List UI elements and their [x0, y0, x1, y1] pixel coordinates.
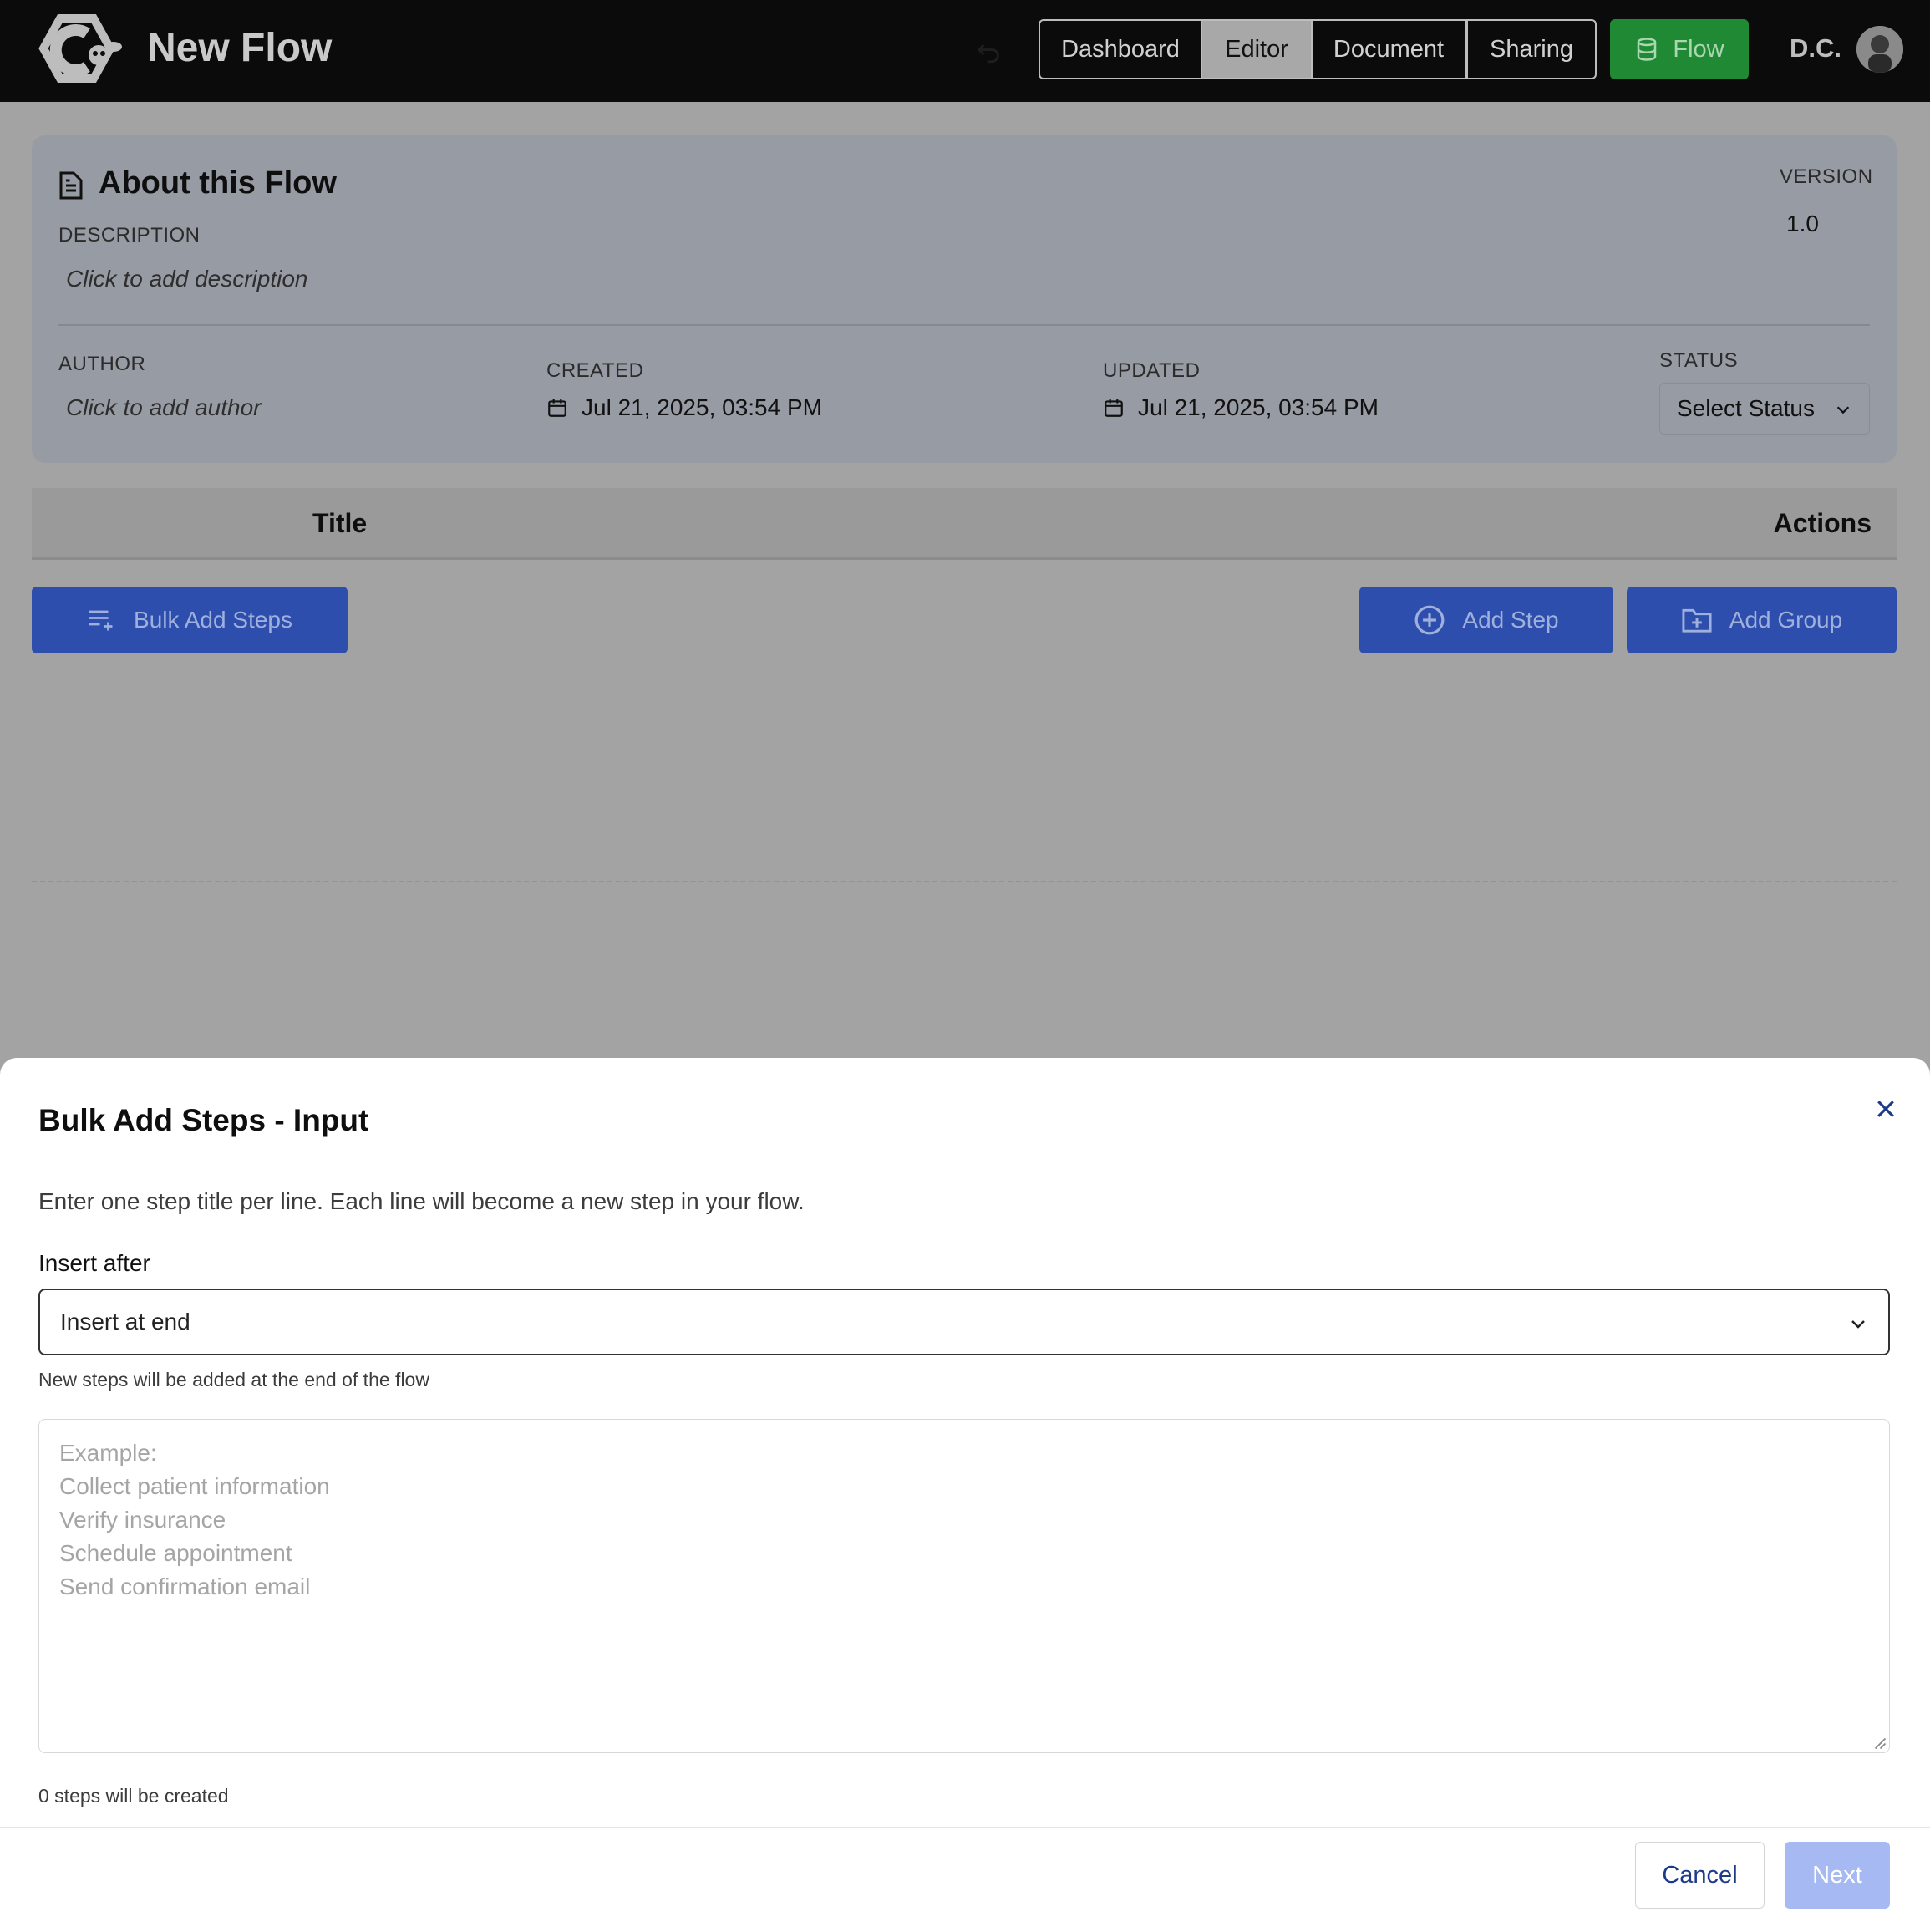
dialog-description: Enter one step title per line. Each line… [38, 1188, 805, 1214]
list-add-icon [89, 610, 113, 631]
user-avatar-icon [1856, 26, 1903, 73]
add-step-button[interactable]: Add Step [1359, 587, 1613, 653]
column-header-actions: Actions [1773, 508, 1872, 538]
created-value: Jul 21, 2025, 03:54 PM [582, 394, 822, 420]
cancel-button-label: Cancel [1662, 1861, 1738, 1889]
app-title: New Flow [147, 26, 333, 70]
document-icon [59, 171, 83, 200]
database-icon [1638, 38, 1657, 61]
about-title: About this Flow [99, 165, 337, 201]
step-titles-textarea[interactable] [38, 1419, 1890, 1753]
resize-handle-icon[interactable] [1872, 1735, 1887, 1750]
flow-button-label: Flow [1673, 35, 1724, 63]
chevron-down-icon [1836, 406, 1850, 414]
dialog-title: Bulk Add Steps - Input [38, 1103, 369, 1137]
description-field[interactable]: Click to add description [66, 266, 307, 292]
close-icon[interactable] [1873, 1096, 1898, 1121]
next-button-label: Next [1812, 1861, 1862, 1889]
drop-zone-divider [32, 881, 1897, 882]
tab-dashboard-label: Dashboard [1061, 35, 1180, 63]
dialog-footer-divider [0, 1827, 1930, 1828]
undo-icon[interactable] [974, 37, 1003, 65]
about-divider [58, 324, 1870, 326]
calendar-icon [548, 399, 566, 417]
created-label: CREATED [546, 359, 644, 382]
tab-document[interactable]: Document [1313, 19, 1466, 79]
bulk-add-steps-label: Bulk Add Steps [134, 607, 292, 633]
updated-label: UPDATED [1103, 359, 1201, 382]
version-value[interactable]: 1.0 [1786, 211, 1819, 237]
add-group-label: Add Group [1729, 607, 1843, 633]
bulk-add-steps-dialog: Bulk Add Steps - Input Enter one step ti… [0, 1058, 1930, 1932]
flow-button[interactable]: Flow [1610, 19, 1749, 79]
app-logo[interactable] [28, 5, 129, 92]
add-group-button[interactable]: Add Group [1627, 587, 1897, 653]
bulk-add-steps-button[interactable]: Bulk Add Steps [32, 587, 348, 653]
top-navigation-bar: New Flow Dashboard Editor Document Shari… [0, 0, 1930, 102]
tab-document-label: Document [1333, 35, 1445, 63]
status-label: STATUS [1659, 349, 1739, 372]
author-field[interactable]: Click to add author [66, 394, 261, 421]
tab-dashboard[interactable]: Dashboard [1039, 19, 1202, 79]
insert-after-select[interactable]: Insert at end [38, 1289, 1890, 1355]
tab-editor-label: Editor [1225, 35, 1288, 63]
plus-circle-icon [1414, 605, 1445, 635]
tab-editor[interactable]: Editor [1202, 19, 1313, 79]
tab-sharing[interactable]: Sharing [1466, 19, 1597, 79]
created-date: Jul 21, 2025, 03:54 PM [546, 394, 822, 421]
insert-after-label: Insert after [38, 1250, 150, 1276]
updated-value: Jul 21, 2025, 03:54 PM [1138, 394, 1379, 420]
author-label: AUTHOR [58, 353, 146, 375]
cancel-button[interactable]: Cancel [1635, 1842, 1765, 1909]
folder-plus-icon [1682, 608, 1712, 633]
chevron-down-icon [1851, 1320, 1865, 1329]
add-step-label: Add Step [1462, 607, 1559, 633]
tab-sharing-label: Sharing [1490, 35, 1573, 63]
insert-after-value: Insert at end [60, 1309, 190, 1335]
status-select-value: Select Status [1677, 395, 1815, 421]
calendar-icon [1105, 399, 1123, 417]
version-label: VERSION [1780, 165, 1873, 188]
avatar[interactable] [1856, 26, 1903, 73]
steps-table-header: Title Actions [32, 488, 1897, 560]
status-select[interactable]: Select Status [1659, 383, 1870, 435]
updated-date: Jul 21, 2025, 03:54 PM [1103, 394, 1379, 421]
steps-count-text: 0 steps will be created [38, 1785, 229, 1807]
column-header-title: Title [312, 508, 368, 538]
user-initials[interactable]: D.C. [1790, 33, 1841, 64]
insert-help-text: New steps will be added at the end of th… [38, 1369, 429, 1391]
description-label: DESCRIPTION [58, 224, 201, 247]
next-button[interactable]: Next [1785, 1842, 1890, 1909]
view-tabs: Dashboard Editor Document Sharing [1039, 19, 1597, 79]
about-flow-panel: About this Flow DESCRIPTION Click to add… [32, 135, 1897, 463]
